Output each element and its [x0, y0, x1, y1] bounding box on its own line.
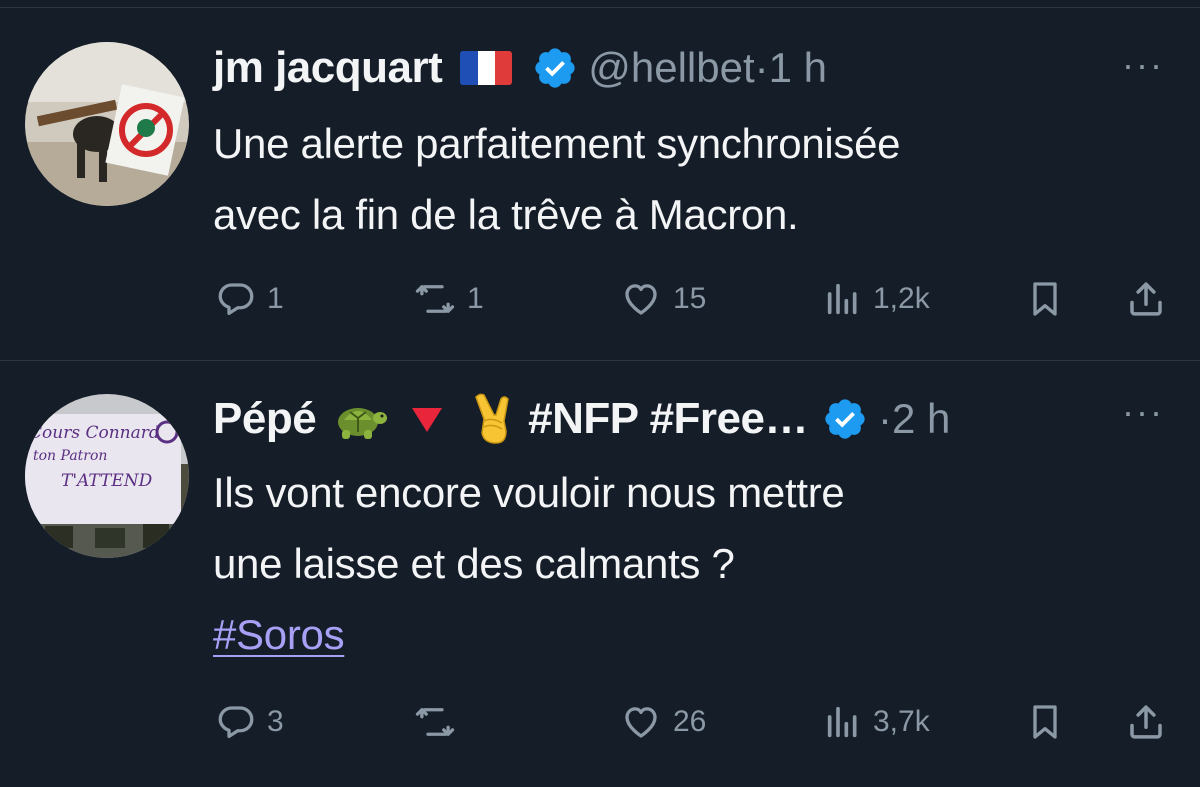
tweet-header: Pépé #NFP #Free… · 2 h	[213, 389, 950, 449]
retweet-icon	[415, 708, 455, 736]
reply-button[interactable]: 1	[215, 274, 284, 324]
retweet-count: 1	[467, 282, 484, 315]
tweet-2[interactable]: Cours Connard ton Patron T'ATTEND Pépé #	[0, 361, 1200, 787]
like-button[interactable]: 26	[619, 697, 706, 747]
views-chart-icon	[827, 706, 857, 738]
tweet-1[interactable]: jm jacquart @hellbet · 1 h ··· Une alert…	[0, 0, 1200, 360]
retweet-button[interactable]	[413, 697, 457, 747]
hashtag-link[interactable]: #Soros	[213, 611, 345, 658]
views-button[interactable]: 3,7k	[823, 697, 930, 747]
timestamp[interactable]: 1 h	[769, 44, 827, 92]
views-chart-icon	[827, 283, 857, 315]
heart-icon	[625, 707, 657, 738]
display-name-suffix[interactable]: #NFP #Free…	[528, 394, 808, 444]
share-icon	[1130, 705, 1162, 739]
retweet-icon	[415, 285, 455, 313]
victory-hand-emoji-icon	[475, 393, 509, 444]
avatar-jm-jacquart[interactable]	[25, 42, 189, 206]
svg-text:ton Patron: ton Patron	[33, 448, 107, 464]
reply-button[interactable]: 3	[215, 697, 284, 747]
share-button[interactable]	[1125, 274, 1167, 324]
tweet-text: Ils vont encore vouloir nous mettre une …	[213, 457, 1173, 670]
tweet-text-line: avec la fin de la trêve à Macron.	[213, 191, 799, 238]
separator-dot: ·	[754, 44, 769, 91]
france-flag-icon	[460, 51, 513, 85]
share-button[interactable]	[1125, 697, 1167, 747]
like-count: 15	[673, 282, 707, 315]
bookmark-icon	[1033, 282, 1057, 316]
tweet-text-line: Ils vont encore vouloir nous mettre	[213, 469, 845, 516]
like-count: 26	[673, 705, 707, 738]
reply-count: 3	[267, 705, 284, 738]
red-triangle-down-icon	[412, 408, 443, 432]
bookmark-button[interactable]	[1025, 697, 1065, 747]
reply-icon	[218, 283, 254, 316]
retweet-button[interactable]: 1	[413, 274, 484, 324]
view-count: 1,2k	[873, 282, 930, 315]
bookmark-icon	[1033, 705, 1057, 739]
tweet-text: Une alerte parfaitement synchronisée ave…	[213, 108, 1173, 250]
tweet-text-line: Une alerte parfaitement synchronisée	[213, 120, 901, 167]
svg-text:T'ATTEND: T'ATTEND	[61, 471, 153, 491]
bookmark-button[interactable]	[1025, 274, 1065, 324]
more-options-icon[interactable]: ···	[1122, 394, 1164, 430]
svg-text:Cours Connard: Cours Connard	[29, 423, 160, 443]
handle[interactable]: @hellbet	[588, 44, 754, 92]
verified-badge-icon	[535, 48, 575, 88]
separator-dot: ·	[877, 395, 892, 442]
action-bar: 3 26 3,7k	[213, 697, 1173, 747]
timestamp[interactable]: 2 h	[892, 395, 950, 443]
display-name[interactable]: Pépé	[213, 394, 317, 444]
action-bar: 1 1 15 1,2k	[213, 274, 1173, 324]
display-name[interactable]: jm jacquart	[213, 43, 443, 93]
heart-icon	[625, 284, 657, 315]
avatar-pepe[interactable]: Cours Connard ton Patron T'ATTEND	[25, 394, 189, 558]
more-options-icon[interactable]: ···	[1122, 47, 1164, 83]
tweet-header: jm jacquart @hellbet · 1 h	[213, 38, 827, 98]
reply-icon	[218, 706, 254, 739]
share-icon	[1130, 282, 1162, 316]
verified-badge-icon	[825, 399, 865, 439]
views-button[interactable]: 1,2k	[823, 274, 930, 324]
turtle-emoji-icon	[338, 408, 388, 439]
view-count: 3,7k	[873, 705, 930, 738]
reply-count: 1	[267, 282, 284, 315]
tweet-text-line: une laisse et des calmants ?	[213, 540, 735, 587]
like-button[interactable]: 15	[619, 274, 706, 324]
